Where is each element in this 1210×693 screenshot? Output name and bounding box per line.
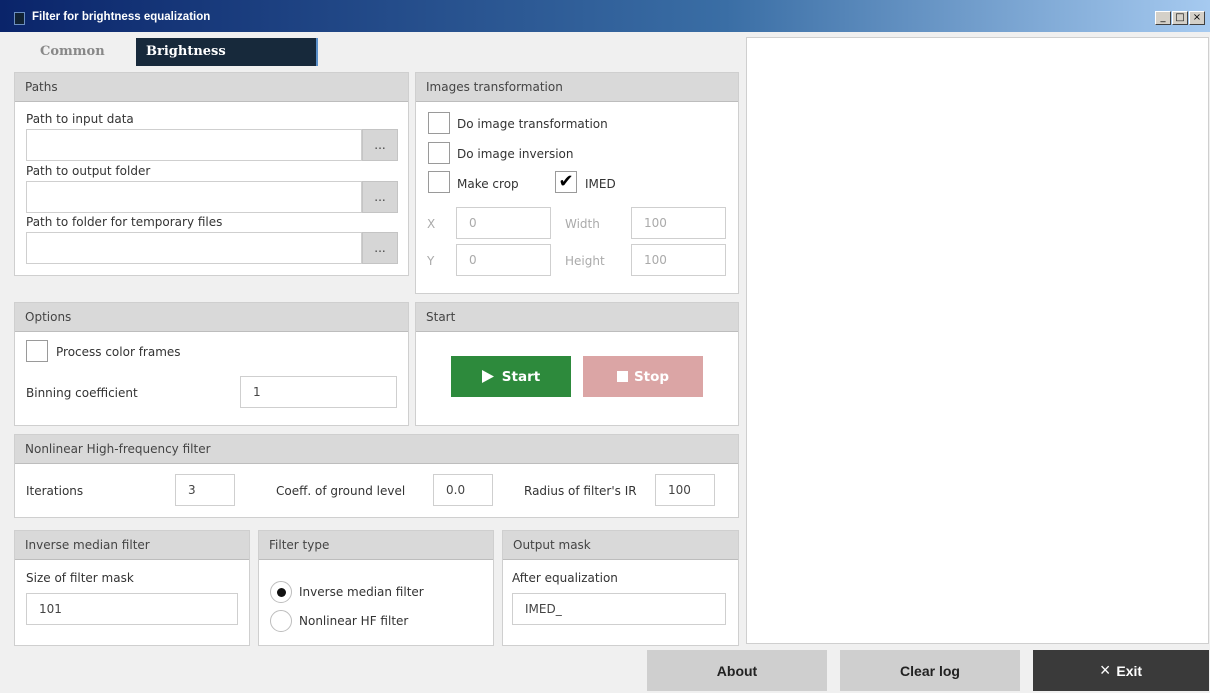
clear-log-button-label: Clear log [900,662,960,679]
close-button[interactable]: × [1189,11,1205,25]
process-color-checkbox[interactable] [26,340,48,362]
app-icon [14,12,25,25]
mask-size-field[interactable]: 101 [26,593,238,625]
crop-width-field[interactable]: 100 [631,207,726,239]
inverse-median-option-label: Inverse median filter [299,585,424,599]
about-button-label: About [716,662,758,679]
coeff-label: Coeff. of ground level [276,484,406,498]
input-path-label: Path to input data [26,112,134,126]
do-inversion-label: Do image inversion [457,147,574,161]
crop-height-field[interactable]: 100 [631,244,726,276]
output-mask-panel: Output mask [502,530,739,646]
do-transformation-label: Do image transformation [457,117,608,131]
binning-field[interactable]: 1 [240,376,397,408]
window-titlebar: Filter for brightness equalization _ □ × [0,0,1210,32]
binning-label: Binning coefficient [26,386,138,400]
crop-width-label: Width [565,217,600,231]
temp-folder-label: Path to folder for temporary files [26,215,223,229]
browse-input-button[interactable]: ... [362,129,398,161]
input-path-field[interactable] [26,129,362,161]
nonlinear-hf-panel: Nonlinear High-frequency filter [14,434,739,518]
minimize-button[interactable]: _ [1155,11,1171,25]
inverse-median-panel: Inverse median filter [14,530,250,646]
coeff-field[interactable]: 0.0 [433,474,493,506]
browse-temp-button[interactable]: ... [362,232,398,264]
output-mask-header: Output mask [503,531,738,560]
iterations-label: Iterations [26,484,84,498]
output-folder-label: Path to output folder [26,164,151,178]
imed-checkbox[interactable]: ✔ [555,171,577,193]
close-icon: × [1099,660,1111,680]
crop-height-label: Height [565,254,605,268]
do-transformation-checkbox[interactable] [428,112,450,134]
temp-folder-field[interactable] [26,232,362,264]
filter-type-header: Filter type [259,531,493,560]
start-button[interactable]: Start [451,356,571,397]
radius-label: Radius of filter's IR [524,484,637,498]
output-folder-field[interactable] [26,181,362,213]
crop-y-field[interactable]: 0 [456,244,551,276]
do-inversion-checkbox[interactable] [428,142,450,164]
mask-size-label: Size of filter mask [26,571,134,585]
tab-common[interactable]: Common [30,38,115,66]
exit-button[interactable]: × Exit [1033,650,1209,691]
about-button[interactable]: About [647,650,827,691]
clear-log-button[interactable]: Clear log [840,650,1020,691]
make-crop-label: Make crop [457,177,519,191]
exit-button-label: Exit [1116,662,1143,679]
after-equalization-field[interactable]: IMED_ [512,593,726,625]
inverse-median-radio[interactable] [270,581,292,603]
play-icon [481,370,494,383]
options-header: Options [15,303,408,332]
nonlinear-hf-radio[interactable] [270,610,292,632]
maximize-button[interactable]: □ [1172,11,1188,25]
make-crop-checkbox[interactable] [428,171,450,193]
log-area[interactable] [746,37,1209,644]
crop-x-field[interactable]: 0 [456,207,551,239]
paths-header: Paths [15,73,408,102]
crop-x-label: X [427,217,436,231]
nonlinear-hf-option-label: Nonlinear HF filter [299,614,409,628]
stop-button-label: Stop [633,368,670,385]
inverse-median-header: Inverse median filter [15,531,249,560]
stop-square-icon [616,371,628,382]
crop-y-label: Y [427,254,435,268]
iterations-field[interactable]: 3 [175,474,235,506]
start-header: Start [416,303,738,332]
browse-output-button[interactable]: ... [362,181,398,213]
start-button-label: Start [501,368,541,385]
process-color-label: Process color frames [56,345,181,359]
window-title: Filter for brightness equalization [32,11,211,23]
radius-field[interactable]: 100 [655,474,715,506]
images-transformation-header: Images transformation [416,73,738,102]
imed-label: IMED [585,177,616,191]
radio-selected-dot [277,588,286,597]
stop-button[interactable]: Stop [583,356,703,397]
tab-brightness-equalization[interactable]: Brightness equalization [136,38,318,87]
nonlinear-hf-header: Nonlinear High-frequency filter [15,435,738,464]
after-equalization-label: After equalization [512,571,618,585]
